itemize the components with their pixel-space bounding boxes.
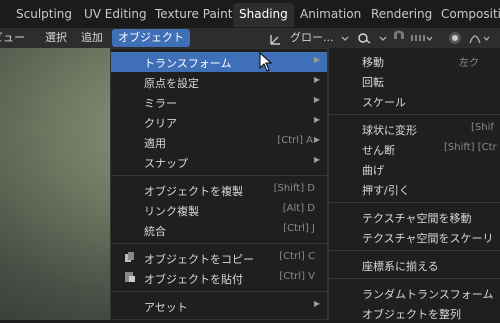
copy-icon xyxy=(124,251,136,263)
menu-item-label: リンク複製 xyxy=(144,205,199,218)
menu-item-mirror[interactable]: ミラー ▶ xyxy=(111,92,327,112)
menu-item-label: 曲げ xyxy=(362,164,384,177)
tab-uv-editing[interactable]: UV Editing xyxy=(78,3,153,27)
tab-texture-paint[interactable]: Texture Paint xyxy=(149,3,238,27)
menu-item-asset[interactable]: アセット ▶ xyxy=(111,296,327,316)
menu-item-label: 球状に変形 xyxy=(362,124,417,137)
transform-submenu: 移動 左ク 回転 スケール 球状に変形 [Shif せん断 [Shift] [C… xyxy=(328,48,500,323)
menu-add[interactable]: 追加 xyxy=(81,28,103,48)
tab-sculpting[interactable]: Sculpting xyxy=(10,3,78,27)
menu-object[interactable]: オブジェクト xyxy=(112,29,190,47)
menu-item-shortcut: 左ク xyxy=(459,58,479,69)
menu-item-label: 座標系に揃える xyxy=(362,260,439,273)
mouse-cursor-icon xyxy=(259,51,273,76)
menu-item-label: せん断 xyxy=(362,144,395,157)
menu-item-duplicate-linked[interactable]: リンク複製 [Alt] D xyxy=(111,200,327,220)
tab-shading[interactable]: Shading xyxy=(233,3,294,27)
menu-item-label: テクスチャ空間を移動 xyxy=(362,212,472,225)
tab-compositing[interactable]: Compositing xyxy=(435,3,500,27)
chevron-down-icon[interactable] xyxy=(340,29,350,47)
menu-item-paste-objects[interactable]: オブジェクトを貼付 [Ctrl] V xyxy=(111,268,327,288)
menu-item-transform[interactable]: トランスフォーム ▶ xyxy=(111,52,327,72)
snap-increment-icon[interactable] xyxy=(410,29,434,47)
menu-item-label: 統合 xyxy=(144,225,166,238)
submenu-item-randomize-transform[interactable]: ランダムトランスフォーム xyxy=(329,283,500,303)
menu-item-label: クリア xyxy=(144,117,177,130)
menu-item-duplicate-objects[interactable]: オブジェクトを複製 [Shift] D xyxy=(111,180,327,200)
submenu-item-scale-texture-space[interactable]: テクスチャ空間をスケーリ xyxy=(329,227,500,247)
submenu-arrow-icon: ▶ xyxy=(313,155,320,164)
menu-item-shortcut: [Ctrl] J xyxy=(283,223,315,234)
menu-item-clear[interactable]: クリア ▶ xyxy=(111,112,327,132)
proportional-edit-icon[interactable] xyxy=(446,29,464,47)
menu-item-label: オブジェクトを複製 xyxy=(144,185,243,198)
submenu-item-move-texture-space[interactable]: テクスチャ空間を移動 xyxy=(329,207,500,227)
menu-item-shortcut: [Alt] D xyxy=(282,203,315,214)
menu-item-shortcut: [Shift] [Ctr xyxy=(444,142,497,153)
submenu-item-rotate[interactable]: 回転 xyxy=(329,71,500,91)
menu-item-label: オブジェクトを貼付 xyxy=(144,273,243,286)
menu-item-label: 原点を設定 xyxy=(144,77,199,90)
submenu-arrow-icon: ▶ xyxy=(313,135,320,144)
menu-item-label: 回転 xyxy=(362,76,384,89)
menu-item-snap[interactable]: スナップ ▶ xyxy=(111,152,327,172)
menu-select[interactable]: 選択 xyxy=(45,28,67,48)
submenu-item-to-sphere[interactable]: 球状に変形 [Shif xyxy=(329,119,500,139)
menu-item-copy-objects[interactable]: オブジェクトをコピー [Ctrl] C xyxy=(111,248,327,268)
menu-item-label: テクスチャ空間をスケーリ xyxy=(362,232,494,245)
menu-item-join[interactable]: 統合 [Ctrl] J xyxy=(111,220,327,240)
chevron-down-icon[interactable] xyxy=(378,29,388,47)
menu-item-label: 適用 xyxy=(144,137,166,150)
menu-separator xyxy=(329,114,500,115)
object-menu: トランスフォーム ▶ 原点を設定 ▶ ミラー ▶ クリア ▶ 適用 [Ctrl]… xyxy=(110,48,328,320)
submenu-arrow-icon: ▶ xyxy=(313,95,320,104)
menu-item-label: 押す/引く xyxy=(362,184,410,197)
submenu-item-align-objects[interactable]: オブジェクトを整列 xyxy=(329,303,500,323)
menu-separator xyxy=(329,250,500,251)
submenu-item-scale[interactable]: スケール xyxy=(329,91,500,111)
menu-item-label: ミラー xyxy=(144,97,177,110)
menu-separator xyxy=(111,291,327,292)
submenu-arrow-icon: ▶ xyxy=(313,299,320,308)
submenu-item-move[interactable]: 移動 左ク xyxy=(329,51,500,71)
menu-item-shortcut: [Shif xyxy=(471,122,494,133)
menu-item-label: スナップ xyxy=(144,157,188,170)
menu-item-label: 移動 xyxy=(362,56,384,69)
tab-animation[interactable]: Animation xyxy=(294,3,367,27)
menu-item-shortcut: [Shift] D xyxy=(273,183,315,194)
submenu-item-shear[interactable]: せん断 [Shift] [Ctr xyxy=(329,139,500,159)
snap-magnet-icon[interactable] xyxy=(390,29,408,47)
menu-item-label: オブジェクトをコピー xyxy=(144,253,254,266)
submenu-item-push-pull[interactable]: 押す/引く xyxy=(329,179,500,199)
menu-view[interactable]: ビュー xyxy=(0,28,25,48)
submenu-item-bend[interactable]: 曲げ xyxy=(329,159,500,179)
menu-item-label: ランダムトランスフォーム xyxy=(362,288,494,301)
menu-item-label: アセット xyxy=(144,301,188,314)
falloff-curve-icon[interactable] xyxy=(468,29,498,47)
submenu-item-align-to-transform-orientation[interactable]: 座標系に揃える xyxy=(329,255,500,275)
paste-icon xyxy=(124,271,136,283)
menu-item-set-origin[interactable]: 原点を設定 ▶ xyxy=(111,72,327,92)
menu-item-label: トランスフォーム xyxy=(144,57,232,70)
menu-separator xyxy=(329,278,500,279)
menu-separator xyxy=(111,243,327,244)
menu-separator xyxy=(329,202,500,203)
menu-item-shortcut: [Ctrl] C xyxy=(279,251,315,262)
tab-rendering[interactable]: Rendering xyxy=(365,3,438,27)
submenu-arrow-icon: ▶ xyxy=(313,55,320,64)
menu-item-apply[interactable]: 適用 [Ctrl] A ▶ xyxy=(111,132,327,152)
menu-separator xyxy=(111,175,327,176)
workspace-tabbar: Sculpting UV Editing Texture Paint Shadi… xyxy=(0,0,500,28)
transform-orientation-dropdown[interactable]: グロー... xyxy=(290,29,334,47)
submenu-arrow-icon: ▶ xyxy=(313,75,320,84)
submenu-arrow-icon: ▶ xyxy=(313,115,320,124)
menu-item-label: スケール xyxy=(362,96,406,109)
transform-orientation-icon[interactable] xyxy=(268,29,286,47)
menu-item-shortcut: [Ctrl] A xyxy=(277,135,313,146)
pivot-link-icon[interactable] xyxy=(356,29,374,47)
menu-item-shortcut: [Ctrl] V xyxy=(279,271,315,282)
